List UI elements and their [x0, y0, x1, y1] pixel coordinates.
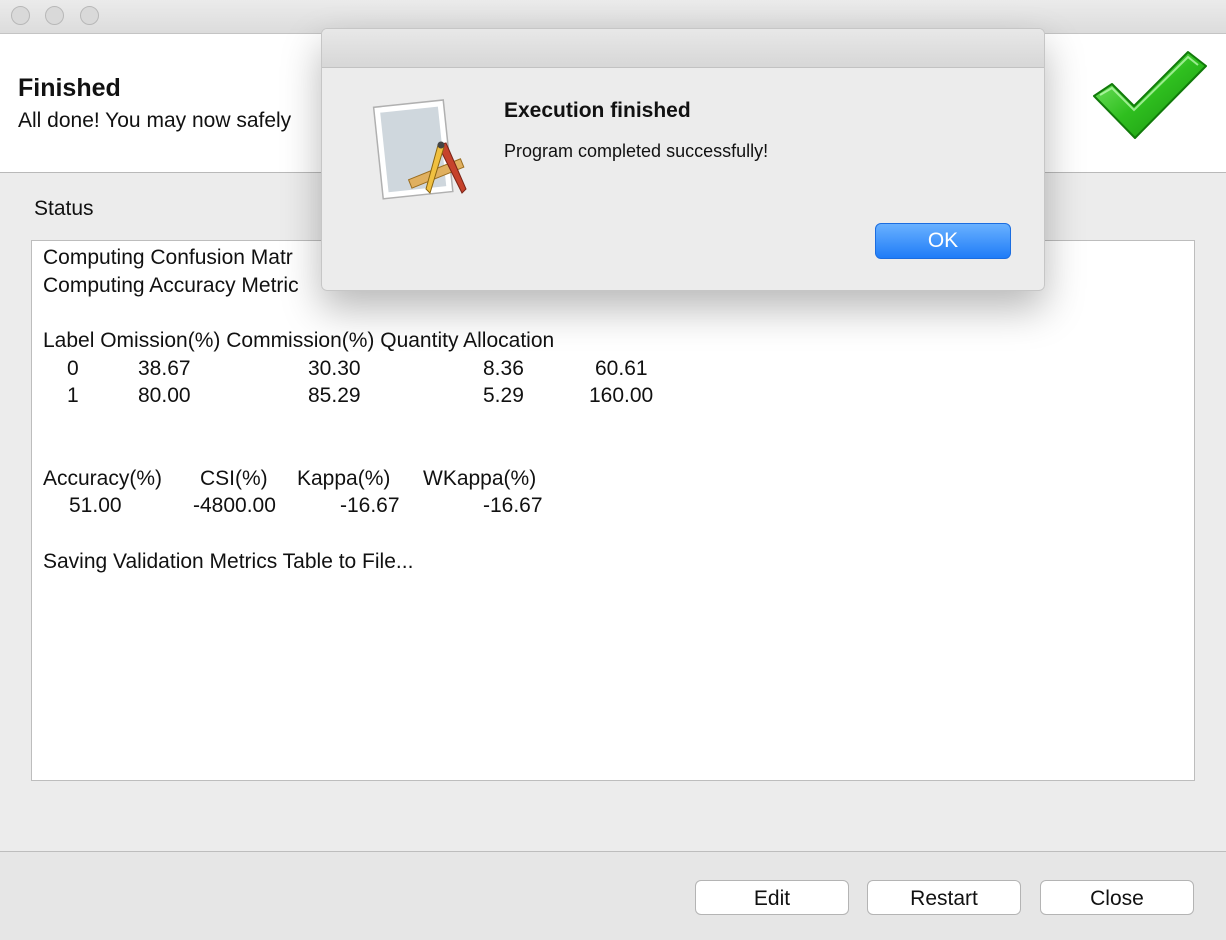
execution-finished-dialog: Execution finished Program completed suc… — [321, 28, 1045, 291]
dialog-titlebar — [322, 29, 1044, 68]
green-checkmark-icon — [1093, 51, 1207, 139]
dialog-message: Program completed successfully! — [504, 141, 769, 161]
close-window-control[interactable] — [11, 6, 30, 25]
table-cell: 1 — [67, 384, 79, 407]
table-cell: 30.30 — [308, 357, 361, 380]
summary-value: -16.67 — [483, 494, 543, 517]
page-title: Finished — [18, 74, 121, 102]
log-line: Computing Accuracy Metric — [43, 274, 299, 297]
script-editor-app-icon — [372, 99, 467, 200]
close-button[interactable]: Close — [1040, 880, 1194, 915]
page-subtitle: All done! You may now safely — [18, 109, 292, 132]
dialog-title: Execution finished — [504, 99, 691, 122]
summary-header: WKappa(%) — [423, 467, 537, 490]
summary-header: Accuracy(%) — [43, 467, 163, 490]
table-cell: 0 — [67, 357, 79, 380]
zoom-window-control[interactable] — [80, 6, 99, 25]
summary-header: CSI(%) — [200, 467, 268, 490]
summary-value: -16.67 — [340, 494, 400, 517]
table-cell: 60.61 — [595, 357, 648, 380]
summary-header: Kappa(%) — [297, 467, 391, 490]
summary-value: -4800.00 — [193, 494, 276, 517]
table-cell: 5.29 — [483, 384, 524, 407]
minimize-window-control[interactable] — [45, 6, 64, 25]
table-cell: 8.36 — [483, 357, 524, 380]
metrics-table-header: Label Omission(%) Commission(%) Quantity… — [43, 329, 555, 352]
table-cell: 38.67 — [138, 357, 191, 380]
restart-button[interactable]: Restart — [867, 880, 1021, 915]
summary-value: 51.00 — [69, 494, 122, 517]
log-line: Computing Confusion Matr — [43, 246, 293, 269]
status-label: Status — [34, 197, 94, 220]
ok-button[interactable]: OK — [875, 223, 1011, 259]
log-line: Saving Validation Metrics Table to File.… — [43, 550, 414, 573]
table-cell: 80.00 — [138, 384, 191, 407]
edit-button[interactable]: Edit — [695, 880, 849, 915]
table-cell: 85.29 — [308, 384, 361, 407]
table-cell: 160.00 — [589, 384, 654, 407]
